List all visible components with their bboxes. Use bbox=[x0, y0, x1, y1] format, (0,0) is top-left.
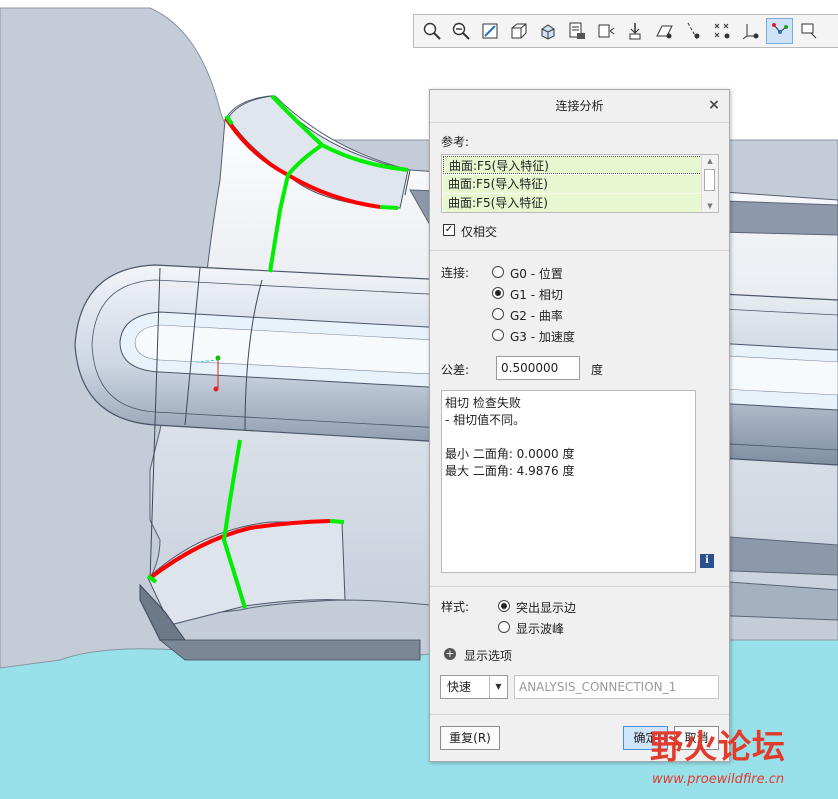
axis-display-icon[interactable] bbox=[679, 18, 706, 44]
reference-item[interactable]: 曲面:F5(导入特征) bbox=[443, 156, 702, 174]
tolerance-label: 公差: bbox=[441, 363, 470, 377]
zoom-in-icon[interactable] bbox=[418, 18, 445, 44]
scroll-down-icon[interactable]: ▼ bbox=[702, 200, 718, 212]
mode-select[interactable]: 快速 ▼ bbox=[440, 675, 508, 699]
refit-icon[interactable] bbox=[476, 18, 503, 44]
forum-watermark: 野火论坛 www.proewildfire.cn bbox=[650, 720, 838, 799]
csys-display-icon[interactable] bbox=[737, 18, 764, 44]
annotation-display-icon[interactable] bbox=[766, 18, 793, 44]
reference-item[interactable]: 曲面:F5(导入特征) bbox=[443, 194, 702, 212]
show-crest-radio[interactable] bbox=[498, 621, 510, 633]
style-label: 样式: bbox=[441, 600, 470, 614]
mode-value: 快速 bbox=[447, 680, 472, 694]
dialog-title: 连接分析 bbox=[555, 99, 604, 113]
reference-label: 参考: bbox=[441, 135, 470, 149]
show-crest-label: 显示波峰 bbox=[516, 622, 565, 636]
info-icon[interactable]: i bbox=[700, 554, 714, 568]
named-views-icon[interactable] bbox=[505, 18, 532, 44]
display-options-toggle[interactable]: 显示选项 bbox=[464, 647, 512, 664]
perspective-icon[interactable] bbox=[534, 18, 561, 44]
g3-radio[interactable] bbox=[492, 329, 504, 341]
tolerance-unit: 度 bbox=[591, 363, 604, 377]
intersect-only-checkbox[interactable]: ✓ bbox=[443, 224, 455, 236]
g0-label: G0 - 位置 bbox=[510, 267, 563, 281]
plane-display-icon[interactable] bbox=[650, 18, 677, 44]
highlight-edges-radio[interactable] bbox=[498, 600, 510, 612]
analysis-name-field[interactable]: ANALYSIS_CONNECTION_1 bbox=[514, 675, 719, 699]
scroll-up-icon[interactable]: ▲ bbox=[702, 155, 718, 167]
reset-button[interactable]: 重复(R) bbox=[440, 726, 500, 750]
highlight-edges-label: 突出显示边 bbox=[516, 601, 577, 615]
reference-scrollbar[interactable]: ▲ ▼ bbox=[701, 155, 718, 212]
view-toolbar bbox=[413, 14, 838, 48]
saved-orientations-icon[interactable] bbox=[563, 18, 590, 44]
watermark-text: 野火论坛 bbox=[650, 727, 786, 766]
g1-label: G1 - 相切 bbox=[510, 288, 563, 302]
point-display-icon[interactable] bbox=[708, 18, 735, 44]
g1-radio[interactable] bbox=[492, 287, 504, 299]
reference-item[interactable]: 曲面:F5(导入特征) bbox=[443, 175, 702, 193]
connection-analysis-dialog: 连接分析 × 参考: 曲面:F5(导入特征) 曲面:F5(导入特征) 曲面:F5… bbox=[429, 89, 730, 762]
reference-list[interactable]: 曲面:F5(导入特征) 曲面:F5(导入特征) 曲面:F5(导入特征) ▲ ▼ bbox=[441, 154, 719, 213]
tolerance-input[interactable]: 0.500000 bbox=[496, 356, 580, 380]
more-icon[interactable] bbox=[795, 18, 822, 44]
watermark-url: www.proewildfire.cn bbox=[652, 772, 785, 787]
connection-label: 连接: bbox=[441, 266, 470, 280]
plus-icon[interactable]: + bbox=[444, 648, 456, 660]
g2-label: G2 - 曲率 bbox=[510, 309, 563, 323]
scroll-thumb[interactable] bbox=[704, 169, 715, 191]
close-icon[interactable]: × bbox=[707, 98, 721, 112]
g3-label: G3 - 加速度 bbox=[510, 330, 575, 344]
zoom-out-icon[interactable] bbox=[447, 18, 474, 44]
g2-radio[interactable] bbox=[492, 308, 504, 320]
view-manager-icon[interactable] bbox=[592, 18, 619, 44]
g0-radio[interactable] bbox=[492, 266, 504, 278]
result-text: 相切 检查失败 - 相切值不同。 最小 二面角: 0.0000 度 最大 二面角… bbox=[441, 390, 696, 573]
chevron-down-icon[interactable]: ▼ bbox=[489, 676, 507, 698]
intersect-only-label: 仅相交 bbox=[461, 225, 498, 239]
spin-center-icon[interactable] bbox=[621, 18, 648, 44]
